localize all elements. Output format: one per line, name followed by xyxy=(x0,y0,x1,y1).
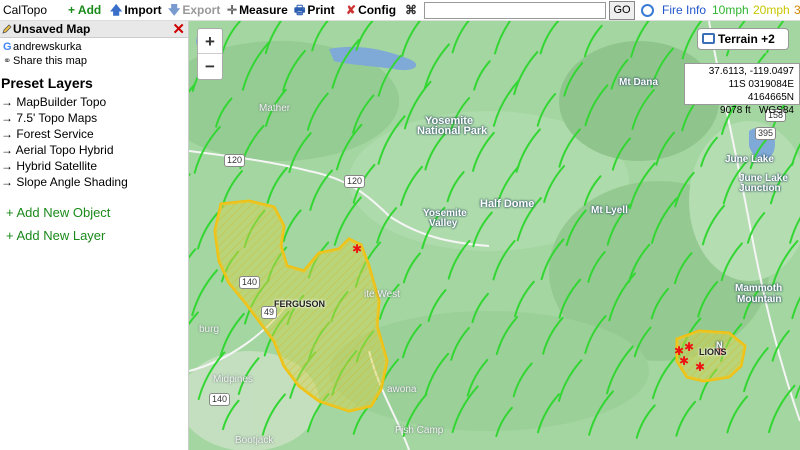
config-button[interactable]: ✘ Config xyxy=(346,0,396,21)
zoom-control: + − xyxy=(197,28,223,80)
share-label: Share this map xyxy=(13,55,87,67)
share-map-link[interactable]: ⚭ Share this map xyxy=(0,54,188,68)
wrench-icon: ✘ xyxy=(346,3,357,17)
preset-label: Slope Angle Shading xyxy=(16,175,128,189)
coord-datum: WGS84 xyxy=(758,105,794,116)
map-label-yosemite-valley2: Valley xyxy=(429,218,458,229)
app-name: CalTopo xyxy=(3,3,48,17)
map-label-mt-dana: Mt Dana xyxy=(619,77,658,88)
hotspot-icon: ✱ xyxy=(684,340,694,354)
coordinate-readout: 37.6113, -119.0497 11S 0319084E 4164665N… xyxy=(684,63,800,116)
preset-forest-service[interactable]: → Forest Service xyxy=(0,126,188,142)
map-label-midpines: Midpines xyxy=(213,374,254,385)
map-title[interactable]: Unsaved Map xyxy=(13,22,90,36)
google-icon: G xyxy=(3,41,12,53)
map-label-mammoth: Mammoth xyxy=(735,283,783,294)
map-label-wawona: awona xyxy=(387,384,417,395)
map-label-mather: Mather xyxy=(259,103,291,114)
zoom-out-button[interactable]: − xyxy=(198,54,222,79)
map-label-yosemite-west: ite West xyxy=(364,289,400,300)
layer-selector-label: Terrain +2 xyxy=(718,32,775,46)
import-button[interactable]: 🡅 Import xyxy=(110,0,162,21)
map-label-june-lake: June Lake xyxy=(725,154,774,165)
preset-label: Aerial Topo Hybrid xyxy=(15,143,114,157)
coord-elev: 9078 ft xyxy=(720,105,751,116)
config-label: Config xyxy=(358,3,397,17)
print-label: Print xyxy=(307,3,335,17)
hotspot-icon: ✱ xyxy=(679,354,689,368)
coord-latlon: 37.6113, -119.0497 xyxy=(708,66,794,77)
user-name: andrewskurka xyxy=(13,41,82,53)
globe-icon[interactable] xyxy=(641,4,654,17)
export-button[interactable]: 🡇 Export xyxy=(168,0,220,21)
preset-label: MapBuilder Topo xyxy=(16,95,107,109)
measure-label: Measure xyxy=(239,3,288,17)
road-shield: 120 xyxy=(344,175,366,188)
fire-info-link[interactable]: Fire Info xyxy=(662,0,706,21)
search-input[interactable] xyxy=(424,2,606,19)
preset-layers-heading: Preset Layers xyxy=(1,75,93,91)
preset-label: Hybrid Satellite xyxy=(16,159,98,173)
map-label-mammoth2: Mountain xyxy=(737,294,782,305)
map-label-bootjack: Bootjack xyxy=(235,435,274,446)
road-shield: 120 xyxy=(224,154,246,167)
map-label-n: N xyxy=(716,340,723,350)
map-label-june-lake-jct2: Junction xyxy=(739,183,781,194)
binoculars-icon[interactable]: ⌘ xyxy=(405,0,417,21)
layer-selector-button[interactable]: Terrain +2 xyxy=(697,28,789,50)
road-shield: 395 xyxy=(755,127,777,140)
coord-utm: 11S 0319084E 4164665N xyxy=(728,79,794,103)
preset-hybrid-satellite[interactable]: → Hybrid Satellite xyxy=(0,158,188,174)
map-label-half-dome: Half Dome xyxy=(480,198,535,210)
preset-75-topo[interactable]: → 7.5' Topo Maps xyxy=(0,110,188,126)
map-label-fish-camp: Fish Camp xyxy=(395,425,444,436)
map-label-ferguson: FERGUSON xyxy=(274,299,326,309)
measure-button[interactable]: ✛ Measure xyxy=(227,0,288,21)
road-shield: 140 xyxy=(239,276,261,289)
print-button[interactable]: 🖶 Print xyxy=(294,0,335,21)
wind-30mph-legend: 3 xyxy=(794,3,800,17)
add-new-object-link[interactable]: + Add New Object xyxy=(0,205,188,220)
fire-hotspots: ✱ ✱ ✱ ✱ ✱ ✱ xyxy=(352,242,726,374)
map-label-mt-lyell: Mt Lyell xyxy=(591,205,628,216)
close-icon[interactable]: ✕ xyxy=(172,20,185,38)
map-label-yosemite-np2: National Park xyxy=(417,125,488,137)
printer-icon: 🖶 xyxy=(294,3,306,17)
wind-20mph-legend: 20mph xyxy=(753,3,790,17)
preset-layer-list: → MapBuilder Topo → 7.5' Topo Maps → For… xyxy=(0,94,188,190)
preset-mapbuilder-topo[interactable]: → MapBuilder Topo xyxy=(0,94,188,110)
wind-10mph-legend: 10mph xyxy=(712,3,749,17)
top-toolbar: CalTopo + Add 🡅 Import 🡇 Export ✛ Measure 🖶… xyxy=(0,0,800,21)
export-label: Export xyxy=(182,3,221,17)
road-shield: 49 xyxy=(261,306,278,319)
import-label: Import xyxy=(124,3,162,17)
share-icon: ⚭ xyxy=(3,56,12,67)
hotspot-icon: ✱ xyxy=(695,360,705,374)
map-canvas[interactable]: ✱ ✱ ✱ ✱ ✱ ✱ Yosemite National Park Half … xyxy=(189,21,800,450)
preset-label: 7.5' Topo Maps xyxy=(16,111,98,125)
hotspot-icon: ✱ xyxy=(352,242,362,256)
sidebar: Unsaved Map ✕ Gandrewskurka ⚭ Share this … xyxy=(0,21,189,450)
road-shield: 140 xyxy=(209,393,231,406)
add-new-layer-link[interactable]: + Add New Layer xyxy=(0,228,188,243)
preset-slope-angle-shading[interactable]: → Slope Angle Shading xyxy=(0,174,188,190)
arrow-down-icon: 🡇 xyxy=(168,3,181,17)
preset-label: Forest Service xyxy=(16,127,94,141)
crosshair-icon: ✛ xyxy=(227,3,238,17)
arrow-up-icon: 🡅 xyxy=(110,3,123,17)
user-account[interactable]: Gandrewskurka xyxy=(0,40,188,54)
map-label-mariposa: burg xyxy=(199,324,220,335)
preset-aerial-topo-hybrid[interactable]: → Aerial Topo Hybrid xyxy=(0,142,188,158)
coord-elev-datum: 9078 ft WGS84 xyxy=(685,104,794,117)
layers-icon xyxy=(702,33,715,44)
map-header: Unsaved Map ✕ xyxy=(0,21,188,38)
go-button[interactable]: GO xyxy=(609,1,635,20)
zoom-in-button[interactable]: + xyxy=(198,29,222,54)
add-button[interactable]: + Add xyxy=(68,0,101,21)
pencil-icon[interactable] xyxy=(2,24,12,34)
